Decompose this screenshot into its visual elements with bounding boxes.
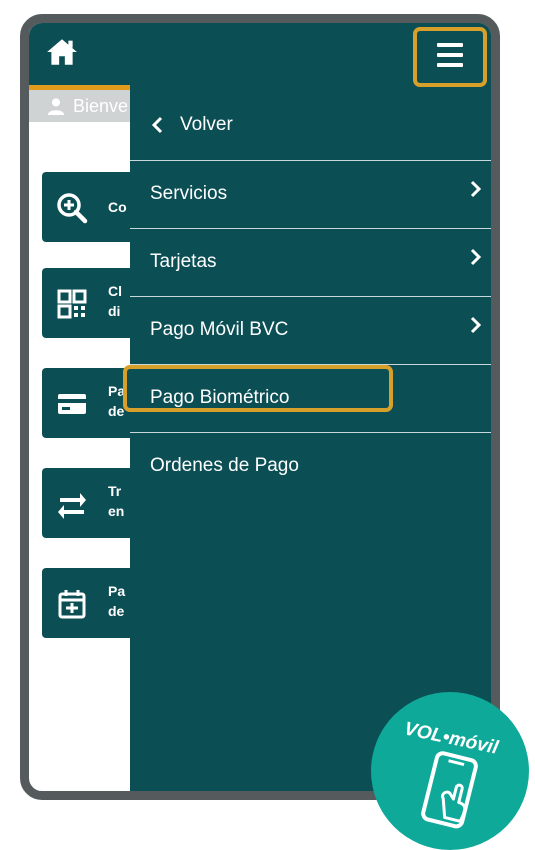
menu-item-label: Pago Móvil BVC	[150, 319, 289, 340]
vol-movil-logo: VOL•móvil	[402, 718, 501, 829]
qr-code-icon	[57, 289, 87, 319]
welcome-text: Bienve	[73, 96, 129, 116]
badge-text: VOL•móvil	[402, 718, 500, 759]
hamburger-bar	[437, 53, 463, 57]
menu-back[interactable]: Volver	[130, 92, 491, 161]
hamburger-icon	[437, 43, 463, 47]
card-label: Pa de	[108, 583, 126, 619]
card-label: Tr en	[108, 483, 125, 519]
menu-item-pago-movil-bvc[interactable]: Pago Móvil BVC	[130, 297, 491, 365]
transfer-arrows-icon	[58, 493, 86, 519]
menu-item-label: Servicios	[150, 183, 228, 204]
phone-tap-icon	[421, 751, 478, 829]
menu-item-ordenes-de-pago[interactable]: Ordenes de Pago	[130, 433, 491, 501]
hamburger-bar	[437, 63, 463, 67]
card-label: Co	[108, 199, 127, 215]
chevron-right-icon	[470, 248, 482, 266]
user-icon	[47, 98, 65, 115]
menu-item-tarjetas[interactable]: Tarjetas	[130, 229, 491, 297]
menu-back-label: Volver	[180, 114, 233, 135]
vol-movil-badge: VOL•móvil	[371, 692, 529, 850]
calendar-plus-icon	[58, 590, 86, 619]
credit-card-icon	[58, 394, 86, 414]
magnifier-plus-icon	[57, 193, 88, 224]
menu-item-label: Tarjetas	[150, 251, 217, 272]
menu-item-servicios[interactable]: Servicios	[130, 161, 491, 229]
hamburger-menu-button[interactable]	[413, 27, 487, 87]
highlight-pago-biometrico	[123, 365, 393, 412]
chevron-right-icon	[470, 180, 482, 198]
home-icon[interactable]	[45, 35, 79, 69]
chevron-right-icon	[470, 316, 482, 334]
card-label: Cl di	[108, 283, 122, 319]
menu-item-label: Ordenes de Pago	[150, 455, 299, 476]
chevron-left-icon	[151, 116, 163, 134]
